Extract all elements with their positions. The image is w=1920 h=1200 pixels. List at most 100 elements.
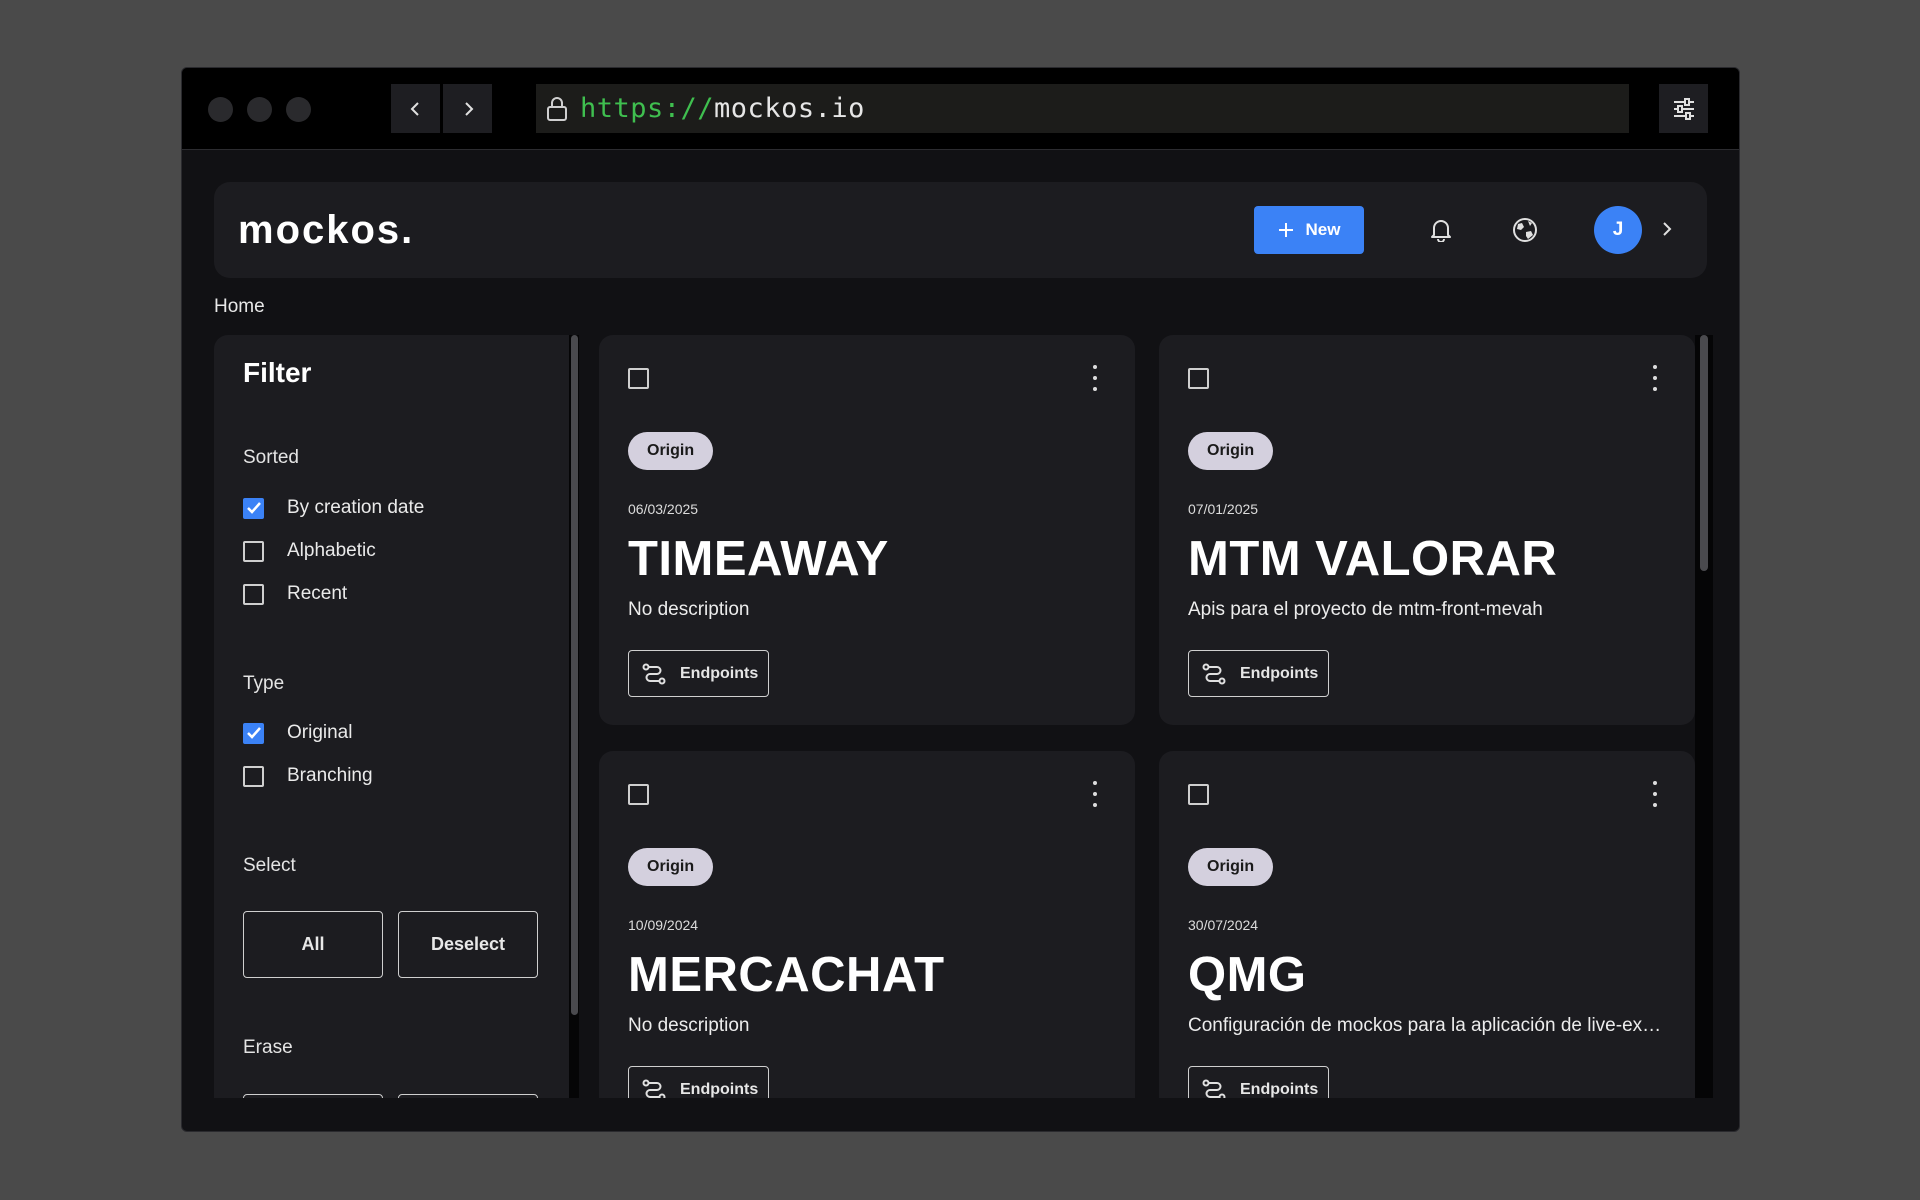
check-icon <box>246 727 261 739</box>
card-checkbox[interactable] <box>1188 784 1209 805</box>
option-label: Original <box>287 722 353 743</box>
endpoints-label: Endpoints <box>1240 664 1319 682</box>
card-title: MTM VALORAR <box>1188 532 1558 586</box>
globe-icon <box>1513 218 1537 242</box>
card-checkbox[interactable] <box>1188 368 1209 389</box>
card-date: 06/03/2025 <box>628 501 699 517</box>
more-options-icon[interactable] <box>1652 781 1658 807</box>
select-all-button[interactable]: All <box>243 911 383 978</box>
deselect-button[interactable]: Deselect <box>398 911 538 978</box>
mock-card[interactable]: Origin 10/09/2024 MERCACHAT No descripti… <box>599 751 1135 1098</box>
option-label: Branching <box>287 765 373 786</box>
mock-grid: Origin 06/03/2025 TIMEAWAY No descriptio… <box>599 335 1713 1098</box>
card-date: 10/09/2024 <box>628 917 699 933</box>
option-label: Recent <box>287 583 348 604</box>
erase-button-2[interactable] <box>398 1094 538 1098</box>
address-bar[interactable]: https://mockos.io <box>536 84 1629 133</box>
route-icon <box>642 1079 666 1098</box>
origin-badge: Origin <box>1188 848 1274 886</box>
origin-badge: Origin <box>1188 432 1274 470</box>
card-description: Configuración de mockos para la aplicaci… <box>1188 1015 1668 1036</box>
sort-option-creation-date[interactable]: By creation date <box>243 497 424 519</box>
checkbox-checked[interactable] <box>243 497 264 519</box>
card-date: 07/01/2025 <box>1188 501 1259 517</box>
card-checkbox[interactable] <box>628 784 649 805</box>
scrollbar-thumb[interactable] <box>571 335 578 1015</box>
url-protocol: https:// <box>580 93 715 124</box>
chevron-right-icon <box>1663 222 1672 236</box>
card-title: QMG <box>1188 948 1307 1002</box>
endpoints-label: Endpoints <box>680 1080 759 1098</box>
browser-window: https://mockos.io mockos. New J Home Fil… <box>181 67 1740 1132</box>
endpoints-button[interactable]: Endpoints <box>1188 650 1329 697</box>
card-description: No description <box>628 1015 750 1036</box>
route-icon <box>1202 663 1226 684</box>
settings-button[interactable] <box>1659 84 1708 133</box>
checkbox[interactable] <box>243 540 264 562</box>
logo-icon: mockos. <box>238 208 414 252</box>
type-label: Type <box>243 673 285 694</box>
filter-scrollbar[interactable] <box>569 335 579 1098</box>
card-description: Apis para el proyecto de mtm-front-mevah <box>1188 599 1543 620</box>
route-icon <box>642 663 666 684</box>
breadcrumb[interactable]: Home <box>214 296 265 318</box>
type-option-original[interactable]: Original <box>243 722 352 744</box>
browser-toolbar: https://mockos.io <box>182 68 1739 150</box>
origin-badge: Origin <box>628 432 714 470</box>
user-menu-toggle[interactable] <box>1660 220 1674 243</box>
url-host: mockos.io <box>714 93 865 124</box>
back-button[interactable] <box>391 84 440 133</box>
endpoints-button[interactable]: Endpoints <box>628 1066 769 1098</box>
window-minimize-dot[interactable] <box>247 97 272 122</box>
mock-card[interactable]: Origin 30/07/2024 QMG Configuración de m… <box>1159 751 1695 1098</box>
origin-badge: Origin <box>628 848 714 886</box>
plus-icon <box>1278 223 1293 237</box>
new-button[interactable]: New <box>1254 206 1364 254</box>
more-options-icon[interactable] <box>1092 365 1098 391</box>
endpoints-button[interactable]: Endpoints <box>628 650 769 697</box>
sorted-label: Sorted <box>243 447 299 468</box>
checkbox-checked[interactable] <box>243 722 264 744</box>
forward-button[interactable] <box>443 84 492 133</box>
bell-icon <box>1431 220 1451 242</box>
checkbox[interactable] <box>243 583 264 605</box>
notifications-button[interactable] <box>1427 216 1455 244</box>
type-option-branching[interactable]: Branching <box>243 765 373 787</box>
endpoints-label: Endpoints <box>1240 1080 1319 1098</box>
window-close-dot[interactable] <box>208 97 233 122</box>
new-button-label: New <box>1305 220 1341 239</box>
chevron-left-icon <box>410 101 419 116</box>
erase-button-1[interactable] <box>243 1094 383 1098</box>
endpoints-label: Endpoints <box>680 664 759 682</box>
checkbox[interactable] <box>243 765 264 787</box>
grid-scrollbar[interactable] <box>1695 335 1713 1098</box>
card-date: 30/07/2024 <box>1188 917 1259 933</box>
logo-text: mockos. <box>238 212 414 248</box>
select-label: Select <box>243 855 296 876</box>
mock-card[interactable]: Origin 07/01/2025 MTM VALORAR Apis para … <box>1159 335 1695 725</box>
mockos-logo[interactable]: mockos. <box>238 208 448 253</box>
route-icon <box>1202 1079 1226 1098</box>
filter-panel: Filter Sorted By creation date Alphabeti… <box>214 335 569 1098</box>
check-icon <box>246 502 261 514</box>
more-options-icon[interactable] <box>1652 365 1658 391</box>
card-title: TIMEAWAY <box>628 532 889 586</box>
avatar-initial: J <box>1612 219 1624 240</box>
sliders-icon <box>1673 97 1694 120</box>
language-button[interactable] <box>1511 216 1539 244</box>
lock-icon <box>547 96 567 121</box>
option-label: Alphabetic <box>287 540 376 561</box>
option-label: By creation date <box>287 497 425 518</box>
card-description: No description <box>628 599 750 620</box>
card-checkbox[interactable] <box>628 368 649 389</box>
window-maximize-dot[interactable] <box>286 97 311 122</box>
sort-option-alphabetic[interactable]: Alphabetic <box>243 540 376 562</box>
erase-label: Erase <box>243 1037 293 1058</box>
sort-option-recent[interactable]: Recent <box>243 583 347 605</box>
scrollbar-thumb[interactable] <box>1700 335 1708 571</box>
endpoints-button[interactable]: Endpoints <box>1188 1066 1329 1098</box>
chevron-right-icon <box>464 101 473 116</box>
mock-card[interactable]: Origin 06/03/2025 TIMEAWAY No descriptio… <box>599 335 1135 725</box>
more-options-icon[interactable] <box>1092 781 1098 807</box>
user-avatar[interactable]: J <box>1594 206 1642 254</box>
